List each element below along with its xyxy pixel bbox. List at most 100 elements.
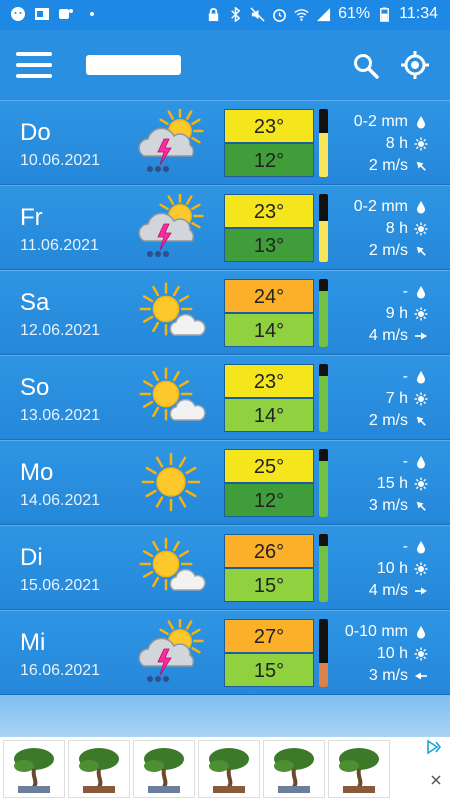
southwest-arrow-icon xyxy=(416,501,426,511)
day-name: Sa xyxy=(20,289,50,316)
temp-low: 14° xyxy=(224,398,314,432)
ad-product-tile[interactable] xyxy=(263,740,325,798)
sunshine-hours: 9 h xyxy=(386,303,428,325)
list-background xyxy=(0,695,450,737)
raindrop-icon xyxy=(417,626,425,639)
comfort-bar xyxy=(319,279,328,347)
day-row[interactable]: So 13.06.2021 23° 14° - 7 h 2 m/s xyxy=(0,355,450,440)
sunshine-hours: 10 h xyxy=(377,643,428,665)
comfort-bar-fill xyxy=(319,663,328,687)
raindrop-icon xyxy=(417,541,425,554)
signal-icon xyxy=(317,7,331,21)
day-row[interactable]: Sa 12.06.2021 24° 14° - 9 h 4 m/s xyxy=(0,270,450,355)
sunshine-value: 10 h xyxy=(376,645,408,662)
comfort-bar-fill xyxy=(319,291,328,347)
southwest-arrow-icon xyxy=(416,161,426,171)
wind-value: 3 m/s xyxy=(368,667,408,684)
day-row[interactable]: Mi 16.06.2021 27° 15° 0-10 mm 10 h 3 m/s xyxy=(0,610,450,695)
sun-hours-icon xyxy=(414,222,428,236)
sunshine-hours: 10 h xyxy=(377,558,428,580)
sun-hours-icon xyxy=(414,137,428,151)
sunny-icon xyxy=(141,452,201,512)
day-name: Do xyxy=(20,119,51,146)
wind-value: 3 m/s xyxy=(368,497,408,514)
wind-value: 4 m/s xyxy=(368,327,408,344)
sunshine-hours: 15 h xyxy=(377,473,428,495)
sunshine-value: 15 h xyxy=(376,475,408,492)
sun-hours-icon xyxy=(414,307,428,321)
adchoices-icon[interactable] xyxy=(426,740,442,754)
raindrop-icon xyxy=(417,116,425,129)
bonsai-image xyxy=(209,748,249,793)
raindrop-icon xyxy=(417,286,425,299)
comfort-bar xyxy=(319,534,328,602)
wind-value: 2 m/s xyxy=(368,242,408,259)
comfort-bar xyxy=(319,109,328,177)
wind-speed: 3 m/s xyxy=(369,665,428,687)
bonsai-image xyxy=(14,748,54,793)
temp-low: 13° xyxy=(224,228,314,262)
temp-high: 27° xyxy=(224,619,314,653)
precipitation-value: - xyxy=(402,283,408,300)
day-row[interactable]: Do 10.06.2021 23° 12° 0-2 mm 8 h 2 m/s xyxy=(0,100,450,185)
search-icon[interactable] xyxy=(352,52,380,80)
day-date: 10.06.2021 xyxy=(20,152,101,169)
comfort-bar xyxy=(319,364,328,432)
location-title[interactable] xyxy=(86,55,181,75)
ad-banner[interactable] xyxy=(0,737,450,800)
sun-hours-icon xyxy=(414,392,428,406)
sunshine-hours: 8 h xyxy=(386,218,428,240)
thunderstorm-icon xyxy=(138,109,204,172)
day-name: Fr xyxy=(20,204,43,231)
precipitation: - xyxy=(403,451,428,473)
notification-icons xyxy=(10,6,94,22)
sunshine-value: 10 h xyxy=(376,560,408,577)
menu-icon-line xyxy=(16,74,52,78)
southwest-arrow-icon xyxy=(416,416,426,426)
precipitation-value: 0-2 mm xyxy=(353,113,408,130)
sunshine-value: 7 h xyxy=(385,390,408,407)
day-date: 12.06.2021 xyxy=(20,322,101,339)
raindrop-icon xyxy=(417,371,425,384)
day-date: 16.06.2021 xyxy=(20,662,101,679)
partly-sunny-icon xyxy=(139,282,206,336)
precipitation: - xyxy=(403,281,428,303)
ad-product-tile[interactable] xyxy=(198,740,260,798)
bonsai-image xyxy=(274,748,314,793)
ad-product-tile[interactable] xyxy=(133,740,195,798)
temp-high: 24° xyxy=(224,279,314,313)
menu-icon-line xyxy=(16,52,52,56)
temp-high: 26° xyxy=(224,534,314,568)
wind-value: 2 m/s xyxy=(368,157,408,174)
comfort-bar-fill xyxy=(319,221,328,262)
comfort-bar-fill xyxy=(319,461,328,517)
mute-icon xyxy=(250,6,265,22)
wind-speed: 3 m/s xyxy=(369,495,428,517)
temp-high: 25° xyxy=(224,449,314,483)
battery-percent: 61% xyxy=(338,5,371,22)
alarm-icon xyxy=(273,8,286,22)
partly-sunny-icon xyxy=(139,367,206,421)
day-name: Mo xyxy=(20,459,54,486)
day-row[interactable]: Mo 14.06.2021 25° 12° - 15 h 3 m/s xyxy=(0,440,450,525)
precipitation: - xyxy=(403,536,428,558)
day-name: So xyxy=(20,374,50,401)
comfort-bar xyxy=(319,619,328,687)
day-date: 15.06.2021 xyxy=(20,577,101,594)
day-row[interactable]: Fr 11.06.2021 23° 13° 0-2 mm 8 h 2 m/s xyxy=(0,185,450,270)
wind-value: 4 m/s xyxy=(368,582,408,599)
clock: 11:34 xyxy=(399,5,438,22)
close-icon[interactable] xyxy=(430,774,442,786)
ad-product-tile[interactable] xyxy=(328,740,390,798)
temp-high: 23° xyxy=(224,194,314,228)
more-notifications-dot xyxy=(90,12,94,16)
day-row[interactable]: Di 15.06.2021 26° 15° - 10 h 4 m/s xyxy=(0,525,450,610)
bonsai-image xyxy=(79,748,119,793)
temp-low: 12° xyxy=(224,483,314,517)
menu-button[interactable] xyxy=(16,52,54,80)
east-arrow-icon xyxy=(415,587,427,595)
wind-speed: 2 m/s xyxy=(369,410,428,432)
ad-product-tile[interactable] xyxy=(3,740,65,798)
gps-locate-icon[interactable] xyxy=(400,50,430,80)
ad-product-tile[interactable] xyxy=(68,740,130,798)
